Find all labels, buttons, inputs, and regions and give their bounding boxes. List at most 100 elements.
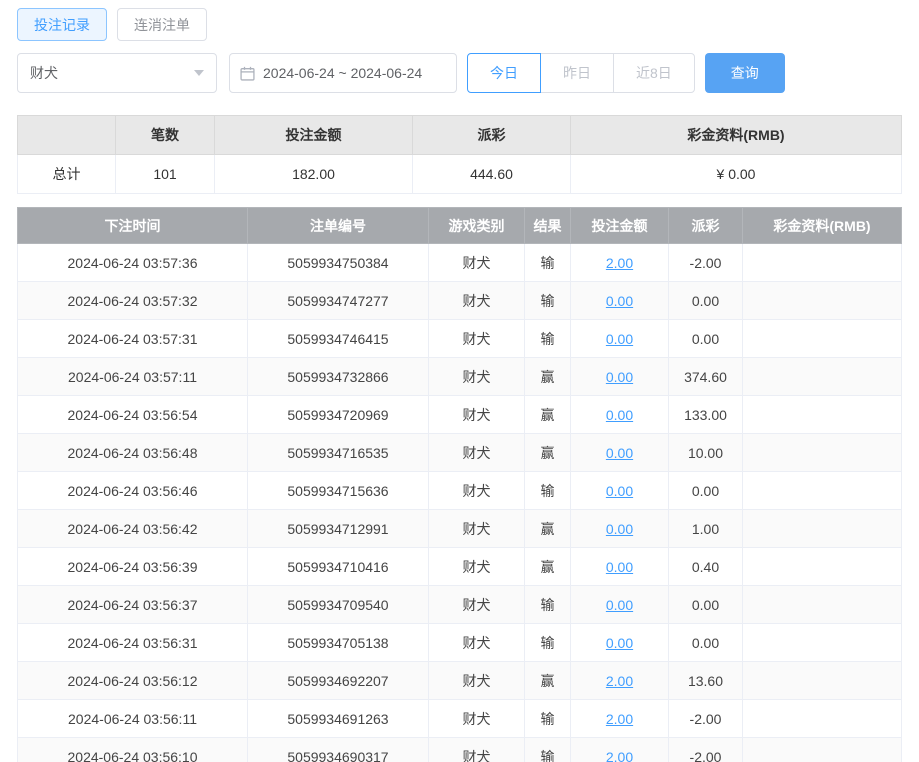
table-row: 2024-06-24 03:56:48 5059934716535 财犬 赢 0… xyxy=(18,434,902,472)
cell-bet-time: 2024-06-24 03:57:36 xyxy=(18,244,248,282)
cell-result: 赢 xyxy=(525,510,571,548)
cell-bonus xyxy=(743,700,902,738)
bet-amount-link[interactable]: 0.00 xyxy=(606,331,633,347)
bet-amount-link[interactable]: 0.00 xyxy=(606,293,633,309)
cell-payout: 133.00 xyxy=(669,396,743,434)
date-range-picker[interactable]: 2024-06-24 ~ 2024-06-24 xyxy=(229,53,457,93)
cell-bet-time: 2024-06-24 03:56:37 xyxy=(18,586,248,624)
search-button[interactable]: 查询 xyxy=(705,53,785,93)
bet-amount-link[interactable]: 2.00 xyxy=(606,673,633,689)
cell-bonus xyxy=(743,624,902,662)
summary-total-bet-amount: 182.00 xyxy=(215,155,413,194)
cell-bet-time: 2024-06-24 03:56:42 xyxy=(18,510,248,548)
col-header-game-type: 游戏类别 xyxy=(429,208,525,244)
cell-bonus xyxy=(743,662,902,700)
summary-total-row: 总计 101 182.00 444.60 ¥ 0.00 xyxy=(18,155,902,194)
bet-amount-link[interactable]: 0.00 xyxy=(606,597,633,613)
col-header-bonus: 彩金资料(RMB) xyxy=(743,208,902,244)
cell-game-type: 财犬 xyxy=(429,320,525,358)
cell-game-type: 财犬 xyxy=(429,396,525,434)
table-row: 2024-06-24 03:57:36 5059934750384 财犬 输 2… xyxy=(18,244,902,282)
today-button[interactable]: 今日 xyxy=(467,53,541,93)
cell-bonus xyxy=(743,320,902,358)
cell-result: 输 xyxy=(525,244,571,282)
cell-order-id: 5059934720969 xyxy=(248,396,429,434)
cell-game-type: 财犬 xyxy=(429,586,525,624)
calendar-icon xyxy=(240,66,255,81)
table-row: 2024-06-24 03:57:31 5059934746415 财犬 输 0… xyxy=(18,320,902,358)
tab-bet-records[interactable]: 投注记录 xyxy=(17,8,107,41)
cell-payout: -2.00 xyxy=(669,738,743,762)
col-header-payout: 派彩 xyxy=(669,208,743,244)
cell-game-type: 财犬 xyxy=(429,358,525,396)
cell-bet-time: 2024-06-24 03:56:10 xyxy=(18,738,248,762)
cell-bet-time: 2024-06-24 03:56:31 xyxy=(18,624,248,662)
cell-game-type: 财犬 xyxy=(429,244,525,282)
bet-amount-link[interactable]: 0.00 xyxy=(606,483,633,499)
cell-bonus xyxy=(743,358,902,396)
cell-order-id: 5059934716535 xyxy=(248,434,429,472)
table-row: 2024-06-24 03:57:11 5059934732866 财犬 赢 0… xyxy=(18,358,902,396)
bet-amount-link[interactable]: 0.00 xyxy=(606,445,633,461)
cell-payout: 0.00 xyxy=(669,320,743,358)
cell-bonus xyxy=(743,282,902,320)
cell-bonus xyxy=(743,586,902,624)
table-row: 2024-06-24 03:56:12 5059934692207 财犬 赢 2… xyxy=(18,662,902,700)
bet-amount-link[interactable]: 2.00 xyxy=(606,255,633,271)
bet-amount-link[interactable]: 0.00 xyxy=(606,369,633,385)
cell-result: 输 xyxy=(525,586,571,624)
summary-col-blank xyxy=(18,116,116,155)
cell-order-id: 5059934750384 xyxy=(248,244,429,282)
cell-payout: 0.40 xyxy=(669,548,743,586)
bet-amount-link[interactable]: 0.00 xyxy=(606,635,633,651)
cell-game-type: 财犬 xyxy=(429,624,525,662)
cell-payout: -2.00 xyxy=(669,700,743,738)
cell-bet-time: 2024-06-24 03:56:11 xyxy=(18,700,248,738)
summary-total-count: 101 xyxy=(116,155,215,194)
cell-order-id: 5059934712991 xyxy=(248,510,429,548)
cell-bet-time: 2024-06-24 03:57:11 xyxy=(18,358,248,396)
cell-payout: 0.00 xyxy=(669,472,743,510)
cell-order-id: 5059934732866 xyxy=(248,358,429,396)
date-range-value: 2024-06-24 ~ 2024-06-24 xyxy=(263,65,422,81)
bet-amount-link[interactable]: 0.00 xyxy=(606,521,633,537)
cell-result: 输 xyxy=(525,472,571,510)
cell-result: 输 xyxy=(525,320,571,358)
cell-result: 输 xyxy=(525,700,571,738)
bet-amount-link[interactable]: 2.00 xyxy=(606,711,633,727)
cell-bet-time: 2024-06-24 03:57:32 xyxy=(18,282,248,320)
summary-header-row: 笔数 投注金额 派彩 彩金资料(RMB) xyxy=(18,116,902,155)
cell-bonus xyxy=(743,396,902,434)
cell-payout: 0.00 xyxy=(669,586,743,624)
bet-amount-link[interactable]: 0.00 xyxy=(606,559,633,575)
cell-order-id: 5059934746415 xyxy=(248,320,429,358)
cell-order-id: 5059934690317 xyxy=(248,738,429,762)
cell-payout: -2.00 xyxy=(669,244,743,282)
game-select[interactable]: 财犬 xyxy=(17,53,217,93)
bet-amount-link[interactable]: 2.00 xyxy=(606,749,633,762)
bet-table: 下注时间 注单编号 游戏类别 结果 投注金额 派彩 彩金资料(RMB) 2024… xyxy=(17,207,902,762)
chevron-down-icon xyxy=(194,70,204,76)
summary-col-count: 笔数 xyxy=(116,116,215,155)
table-row: 2024-06-24 03:56:31 5059934705138 财犬 输 0… xyxy=(18,624,902,662)
cell-bonus xyxy=(743,510,902,548)
cell-order-id: 5059934705138 xyxy=(248,624,429,662)
cell-payout: 10.00 xyxy=(669,434,743,472)
table-row: 2024-06-24 03:56:46 5059934715636 财犬 输 0… xyxy=(18,472,902,510)
cell-result: 输 xyxy=(525,282,571,320)
summary-col-bet-amount: 投注金额 xyxy=(215,116,413,155)
table-row: 2024-06-24 03:56:54 5059934720969 财犬 赢 0… xyxy=(18,396,902,434)
cell-order-id: 5059934747277 xyxy=(248,282,429,320)
yesterday-button[interactable]: 昨日 xyxy=(540,53,614,93)
cell-game-type: 财犬 xyxy=(429,662,525,700)
bet-table-body: 2024-06-24 03:57:36 5059934750384 财犬 输 2… xyxy=(18,244,902,762)
last-8-days-button[interactable]: 近8日 xyxy=(613,53,695,93)
bet-table-header-row: 下注时间 注单编号 游戏类别 结果 投注金额 派彩 彩金资料(RMB) xyxy=(18,208,902,244)
cell-result: 赢 xyxy=(525,358,571,396)
bet-amount-link[interactable]: 0.00 xyxy=(606,407,633,423)
col-header-bet-time: 下注时间 xyxy=(18,208,248,244)
quick-date-button-group: 今日 昨日 近8日 xyxy=(467,53,695,93)
cell-bonus xyxy=(743,548,902,586)
tab-cancelled-orders[interactable]: 连消注单 xyxy=(117,8,207,41)
cell-result: 赢 xyxy=(525,434,571,472)
